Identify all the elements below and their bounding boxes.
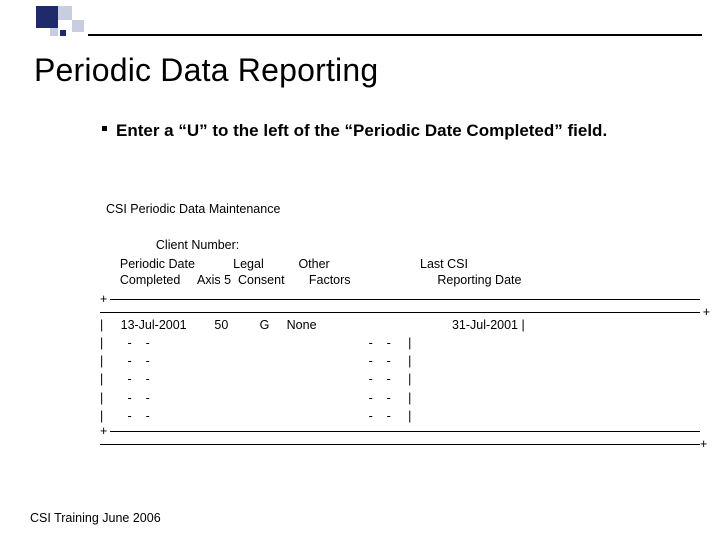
table-row: | - - - - | [100,336,411,350]
page-title: Periodic Data Reporting [34,52,378,89]
deco-square-icon [36,6,58,28]
table-body: | 13-Jul-2001 50 G None 31-Jul-2001 | | … [100,316,525,425]
table-row: | - - - - | [100,409,411,423]
header-line-2: Completed Axis 5 Consent Factors Reporti… [106,273,521,287]
deco-square-icon [60,30,66,36]
deco-square-icon [50,28,58,36]
table-top-border: + [100,292,700,306]
footer-text: CSI Training June 2006 [30,511,161,525]
table-bottom-border: + [100,424,700,438]
deco-square-icon [72,20,84,32]
table-row: | - - - - | [100,372,411,386]
deco-square-icon [58,6,72,20]
table-row: | - - - - | [100,391,411,405]
instruction-text: Enter a “U” to the left of the “Periodic… [116,121,607,140]
top-rule [88,34,702,36]
table-bottom-border-wrap: + [100,437,710,451]
instruction-bullet: Enter a “U” to the left of the “Periodic… [116,120,636,141]
bullet-icon [102,126,107,131]
client-number-label: Client Number: [156,238,239,252]
app-title: CSI Periodic Data Maintenance [106,202,280,216]
header-line-1: Periodic Date Legal Other Last CSI [106,257,468,271]
table-column-headers: Periodic Date Legal Other Last CSI Compl… [106,256,521,289]
slide: Periodic Data Reporting Enter a “U” to t… [0,0,720,547]
table-row: | 13-Jul-2001 50 G None 31-Jul-2001 | [100,318,525,332]
table-row: | - - - - | [100,354,411,368]
